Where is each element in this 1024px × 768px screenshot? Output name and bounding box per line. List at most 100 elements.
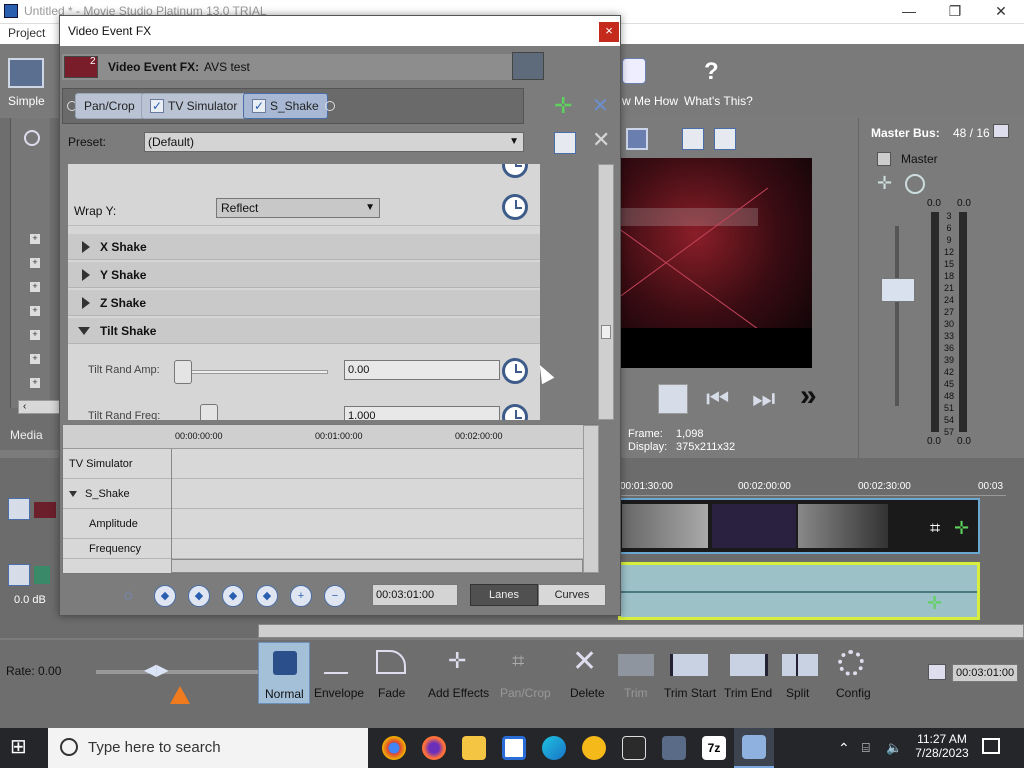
seven-zip-icon[interactable]: 7z — [694, 728, 734, 768]
audio-clip[interactable]: ✛ — [618, 562, 980, 620]
add-plugin-icon[interactable]: ✛ — [554, 95, 576, 118]
section-x-shake[interactable]: X Shake — [68, 234, 540, 260]
whats-this-icon[interactable]: ? — [704, 58, 730, 86]
keyframe-icon[interactable] — [502, 194, 528, 220]
grid-icon[interactable] — [626, 128, 648, 150]
media-hscroll[interactable]: ‹ — [18, 400, 60, 414]
section-tilt-shake[interactable]: Tilt Shake — [68, 318, 540, 344]
tree-expand-icon[interactable]: + — [30, 306, 40, 316]
split-button[interactable]: Split — [780, 642, 820, 704]
save-preset-icon[interactable] — [554, 132, 576, 154]
add-keyframe-button[interactable]: + — [290, 585, 312, 607]
show-me-how-label[interactable]: w Me How — [622, 94, 678, 108]
norton-icon[interactable] — [574, 728, 614, 768]
video-track-icon[interactable] — [8, 498, 30, 520]
stop-icon[interactable] — [658, 384, 688, 414]
edge-icon[interactable] — [534, 728, 574, 768]
master-fader-track[interactable] — [895, 226, 899, 406]
tree-expand-icon[interactable]: + — [30, 282, 40, 292]
rate-slider[interactable] — [96, 670, 264, 674]
section-y-shake[interactable]: Y Shake — [68, 262, 540, 288]
video-clip[interactable]: ⌗ ✛ — [618, 498, 980, 554]
keyframe-icon[interactable] — [502, 358, 528, 384]
tree-expand-icon[interactable]: + — [30, 330, 40, 340]
tilt-rand-amp-slider[interactable] — [176, 370, 328, 374]
envelope-tool-button[interactable]: Envelope — [314, 642, 366, 704]
check-icon[interactable]: ✓ — [252, 99, 266, 113]
taskbar-search-box[interactable]: Type here to search — [48, 728, 368, 768]
check-icon[interactable]: ✓ — [150, 99, 164, 113]
add-effects-button[interactable]: ✛ Add Effects — [426, 642, 496, 704]
cursor-time[interactable]: 00:03:01:00 — [952, 664, 1018, 682]
simple-view-icon[interactable] — [8, 58, 44, 88]
trim-start-button[interactable]: Trim Start — [662, 642, 718, 704]
chain-view-icon[interactable] — [512, 52, 544, 80]
first-keyframe-button[interactable]: ◆ — [154, 585, 176, 607]
dialog-titlebar[interactable]: Video Event FX × — [60, 16, 620, 46]
tilt-rand-freq-input[interactable]: 1.000 — [344, 406, 500, 420]
fast-forward-icon[interactable]: » — [800, 381, 834, 412]
close-window-button[interactable]: ✕ — [978, 0, 1024, 24]
timeline-hscroll[interactable] — [258, 624, 1024, 638]
config-button[interactable]: Config — [832, 642, 878, 704]
dialog-close-button[interactable]: × — [599, 22, 619, 42]
scroll-thumb[interactable] — [601, 325, 611, 339]
timeline-ruler[interactable]: 00:01:30:00 00:02:00:00 00:02:30:00 00:0… — [618, 478, 1006, 496]
start-button-icon[interactable]: ⊞ — [10, 736, 34, 760]
master-fx-icon[interactable] — [877, 152, 891, 166]
prev-frame-icon[interactable]: ⏮ — [706, 384, 736, 414]
master-fader-handle[interactable] — [881, 278, 915, 302]
track-frequency[interactable]: Frequency — [63, 539, 599, 559]
maximize-button[interactable]: ❐ — [932, 0, 978, 24]
keyframe-icon[interactable] — [502, 164, 528, 178]
tray-chevron-icon[interactable]: ⌃ — [838, 740, 850, 757]
audio-fx-icon[interactable]: ✛ — [927, 593, 947, 613]
keyframe-vscroll[interactable] — [583, 425, 599, 573]
crop-icon[interactable]: ⌗ — [930, 518, 954, 542]
keyframe-home-icon[interactable]: ⌂ — [124, 586, 140, 604]
last-keyframe-button[interactable]: ◆ — [256, 585, 278, 607]
tilt-rand-amp-handle[interactable] — [174, 360, 192, 384]
curves-button[interactable]: Curves — [538, 584, 606, 606]
tree-expand-icon[interactable]: + — [30, 378, 40, 388]
normal-tool-button[interactable]: Normal — [258, 642, 310, 704]
whats-this-label[interactable]: What's This? — [684, 94, 753, 108]
volume-icon[interactable]: 🔈 — [886, 740, 902, 756]
next-keyframe-button[interactable]: ◆ — [222, 585, 244, 607]
trim-button[interactable]: Trim — [614, 642, 658, 704]
event-fx-icon[interactable]: ✛ — [954, 518, 978, 542]
track-amplitude[interactable]: Amplitude — [63, 509, 599, 539]
bypass-icon[interactable] — [905, 174, 925, 194]
tilt-rand-amp-input[interactable]: 0.00 — [344, 360, 500, 380]
next-frame-icon[interactable]: ⏭ — [752, 384, 782, 414]
network-icon[interactable]: ⌸ — [862, 740, 870, 756]
keyframe-icon[interactable] — [502, 404, 528, 420]
chain-s-shake[interactable]: ✓ S_Shake — [243, 93, 328, 119]
delete-preset-icon[interactable]: ✕ — [592, 129, 614, 152]
video-fx-icon[interactable] — [34, 502, 56, 518]
keyframe-ruler[interactable]: 00:00:00:00 00:01:00:00 00:02:00:00 — [63, 425, 599, 449]
track-tv-simulator[interactable]: TV Simulator — [63, 449, 599, 479]
pan-crop-button[interactable]: ⌗ Pan/Crop — [498, 642, 554, 704]
preset-select[interactable]: (Default) ▼ — [144, 132, 524, 152]
tree-expand-icon[interactable]: + — [30, 354, 40, 364]
copy-frame-icon[interactable] — [682, 128, 704, 150]
remove-plugin-icon[interactable]: ✕ — [592, 96, 614, 118]
delete-keyframe-button[interactable]: − — [324, 585, 346, 607]
rate-slider-handle[interactable]: ◀▶ — [144, 660, 178, 680]
menu-project[interactable]: Project — [8, 26, 45, 40]
show-me-how-icon[interactable] — [622, 58, 646, 84]
section-z-shake[interactable]: Z Shake — [68, 290, 540, 316]
notification-icon[interactable] — [982, 738, 1000, 754]
chain-tv-simulator[interactable]: ✓ TV Simulator — [141, 93, 247, 119]
params-scrollbar[interactable] — [598, 164, 614, 420]
speaker-icon[interactable] — [34, 566, 50, 584]
keyframe-time[interactable]: 00:03:01:00 — [372, 584, 458, 606]
wrap-y-select[interactable]: Reflect ▼ — [216, 198, 380, 218]
tree-expand-icon[interactable]: + — [30, 234, 40, 244]
tree-expand-icon[interactable]: + — [30, 258, 40, 268]
game-icon[interactable] — [614, 728, 654, 768]
prev-keyframe-button[interactable]: ◆ — [188, 585, 210, 607]
search-icon[interactable] — [24, 130, 40, 146]
clock[interactable]: 11:27 AM 7/28/2023 — [912, 732, 972, 760]
